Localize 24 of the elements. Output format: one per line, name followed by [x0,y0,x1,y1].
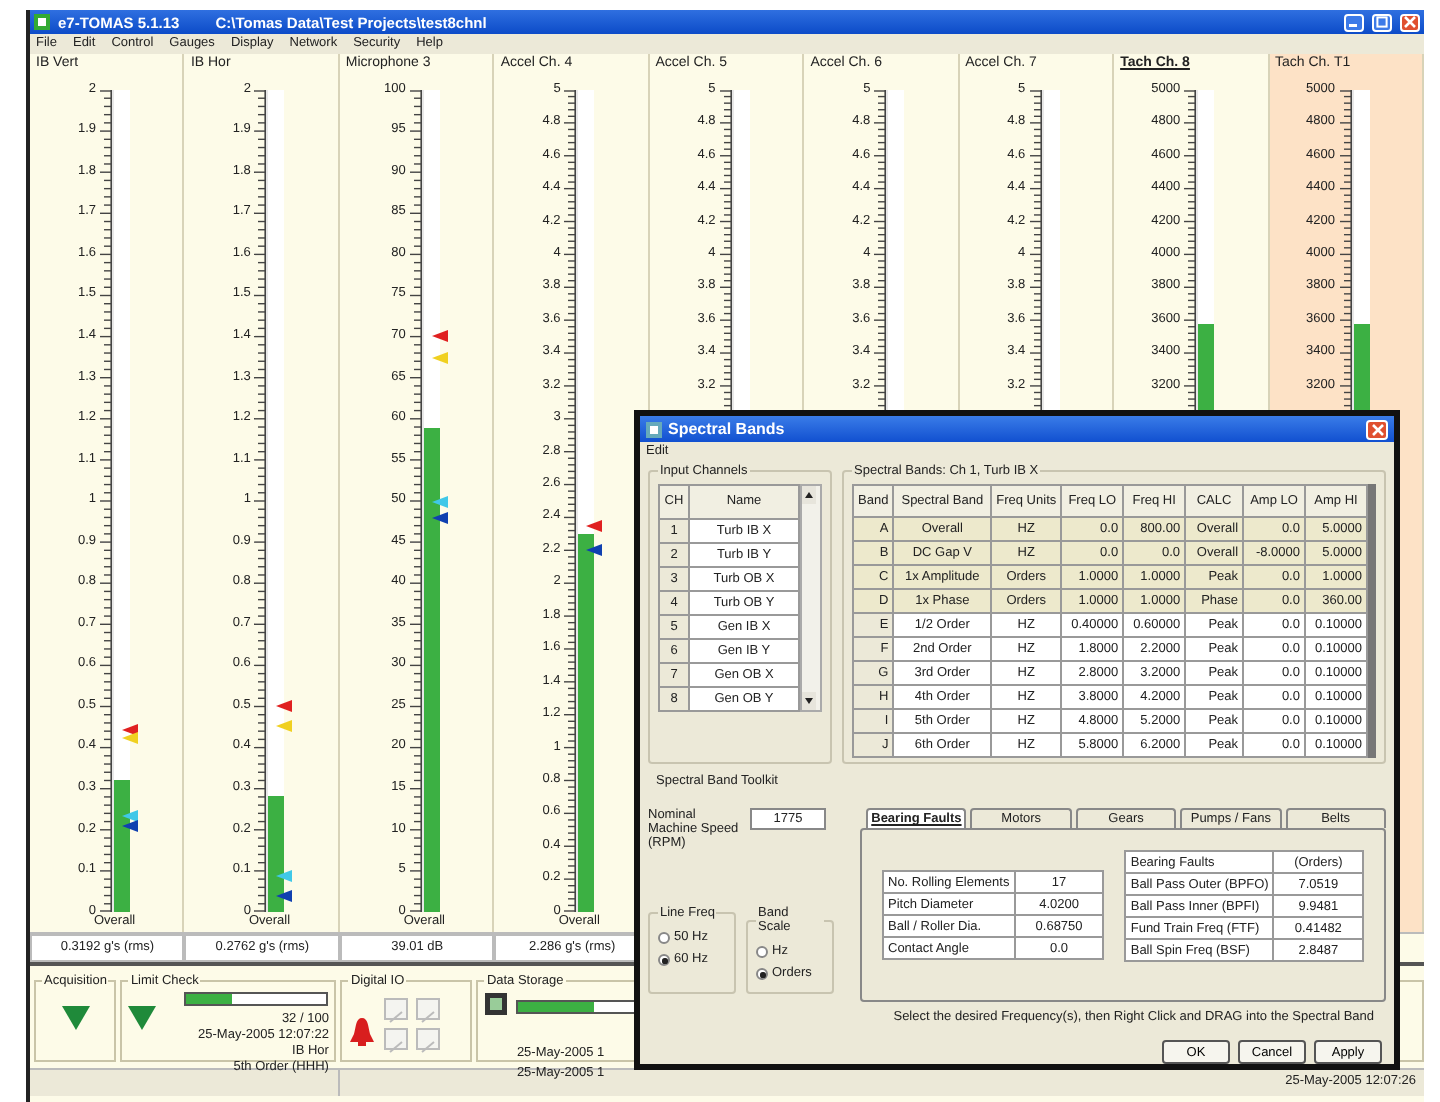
status-triangle-icon [128,1004,157,1032]
radio-button[interactable] [658,931,670,944]
maximize-button[interactable] [1372,13,1392,31]
close-icon [1404,16,1416,28]
scroll-up-icon[interactable] [802,486,816,505]
output-toggle-button[interactable] [416,998,441,1020]
radio-button[interactable] [756,967,768,980]
close-button[interactable] [1400,13,1420,31]
status-triangle-icon [61,1004,90,1032]
minimize-button[interactable] [1344,13,1364,31]
output-toggle-button[interactable] [384,998,409,1020]
maximize-icon [1376,16,1388,28]
storage-drive-icon [484,992,509,1016]
radio-button[interactable] [658,953,670,966]
close-icon [1371,423,1383,436]
dialog-title: Spectral Bands [668,420,787,439]
output-toggle-button[interactable] [416,1028,441,1050]
output-toggle-button[interactable] [384,1028,409,1050]
alarm-bell-icon [348,1016,377,1048]
radio-button[interactable] [756,945,768,958]
window-icon [646,421,662,438]
app-icon [34,14,50,30]
close-button[interactable] [1366,419,1388,440]
scroll-down-icon[interactable] [802,692,816,711]
